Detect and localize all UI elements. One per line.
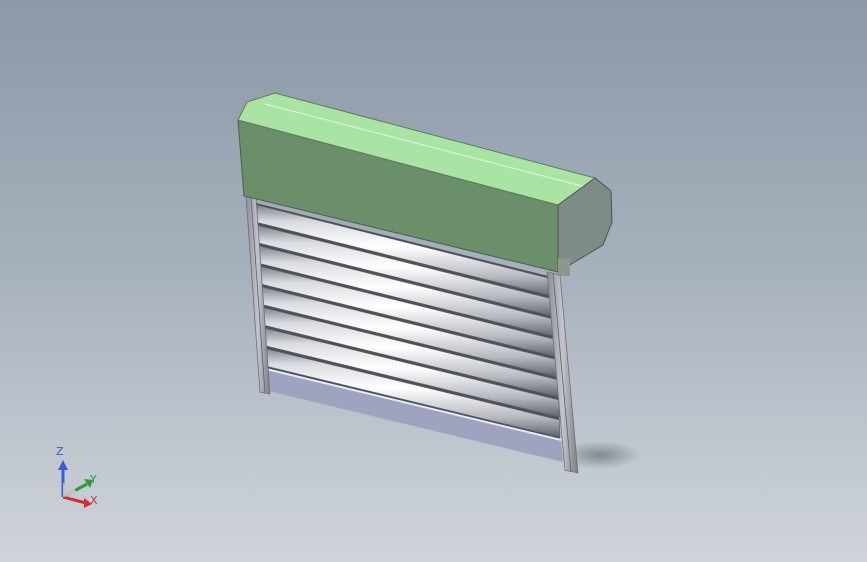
triad-x-axis — [62, 495, 87, 505]
axis-triad — [58, 460, 93, 508]
cad-viewport[interactable]: Z Y X — [0, 0, 867, 562]
triad-y-label: Y — [90, 473, 97, 486]
triad-x-label: X — [90, 494, 98, 507]
triad-z-label: Z — [56, 445, 64, 458]
triad-z-arrowhead — [58, 460, 68, 470]
triad-rotation-disc — [63, 482, 77, 497]
